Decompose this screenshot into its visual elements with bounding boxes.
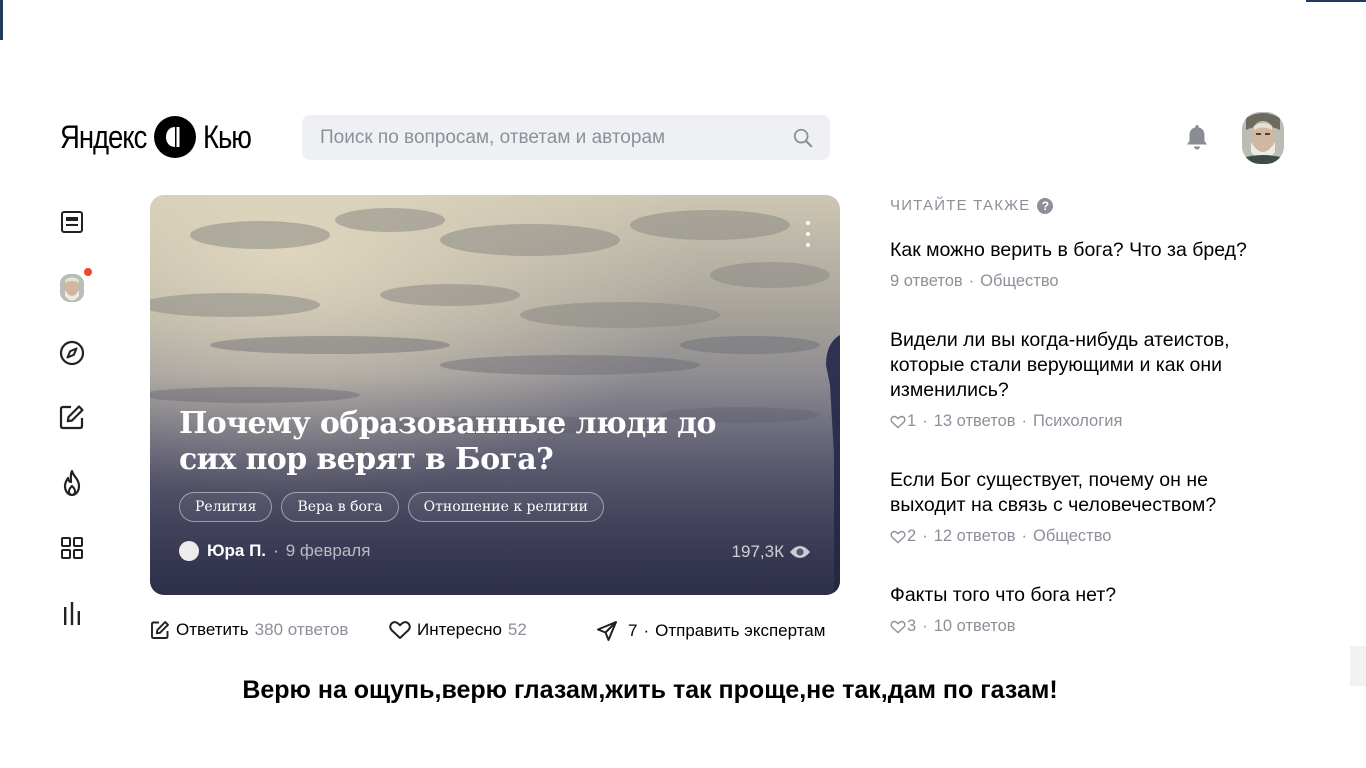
card-menu-icon[interactable] (804, 221, 812, 247)
topic-link[interactable]: Общество (980, 272, 1058, 291)
interesting-count: 52 (507, 620, 527, 639)
likes-count: 1 (907, 412, 917, 430)
window-edge-left (0, 0, 3, 40)
views-counter: 197,3К (732, 542, 811, 562)
interesting-label: Интересно (417, 620, 502, 639)
likes[interactable]: 2 (890, 527, 916, 546)
window-edge-right (1306, 0, 1366, 2)
related-question-meta: 3 · 10 ответов (890, 617, 1280, 636)
bell-icon[interactable] (1184, 123, 1210, 151)
send-count: 7 (628, 621, 638, 640)
related-question[interactable]: Как можно верить в бога? Что за бред? 9 … (890, 238, 1280, 291)
search-bar[interactable] (302, 115, 830, 160)
eye-icon (790, 546, 810, 558)
separator-dot: · (273, 541, 279, 560)
related-question-title[interactable]: Как можно верить в бога? Что за бред? (890, 238, 1280, 263)
notification-dot (84, 268, 92, 276)
separator-dot: · (1021, 412, 1028, 430)
related-question[interactable]: Видели ли вы когда-нибудь атеистов, кото… (890, 328, 1280, 431)
separator-dot: · (922, 412, 928, 430)
separator-dot: · (1021, 527, 1028, 545)
heart-icon (890, 620, 906, 634)
answer-button[interactable]: Ответить 380 ответов (150, 620, 348, 640)
tag-chip[interactable]: Вера в бога (281, 492, 399, 522)
edit-icon[interactable] (58, 403, 86, 431)
answers-count[interactable]: 9 ответов (890, 272, 963, 291)
user-avatar[interactable] (1242, 112, 1284, 164)
views-count: 197,3К (731, 542, 784, 561)
apps-grid-icon[interactable] (58, 534, 86, 562)
related-question-meta: 1 · 13 ответов · Психология (890, 412, 1280, 431)
related-question[interactable]: Если Бог существует, почему он не выходи… (890, 468, 1280, 546)
likes[interactable]: 3 (890, 617, 916, 636)
topic-link[interactable]: Общество (1033, 527, 1111, 546)
interesting-button[interactable]: Интересно 52 (389, 620, 527, 640)
related-question-title[interactable]: Если Бог существует, почему он не выходи… (890, 468, 1280, 518)
compass-icon[interactable] (58, 339, 86, 367)
author-avatar[interactable] (179, 541, 199, 561)
post-date: 9 февраля (285, 541, 371, 560)
author-line: Юра П. · 9 февраля (179, 541, 370, 561)
answers-count[interactable]: 13 ответов (934, 412, 1016, 431)
separator-dot: · (922, 617, 928, 635)
topic-link[interactable]: Психология (1033, 412, 1122, 431)
scroll-edge[interactable] (1350, 646, 1366, 686)
overlay-caption: Верю на ощупь,верю глазам,жить так проще… (242, 676, 1058, 704)
search-input[interactable] (320, 126, 792, 149)
search-icon[interactable] (792, 127, 814, 149)
card-background-image (150, 195, 840, 595)
answers-count: 380 ответов (254, 620, 349, 639)
yandex-q-logo[interactable]: Яндекс Кью (60, 114, 252, 160)
logo-left-text: Яндекс (60, 118, 147, 155)
related-heading-text: Читайте также (890, 197, 1031, 214)
send-to-experts-button[interactable]: 7 · Отправить экспертам (596, 620, 825, 642)
separator-dot: · (922, 527, 928, 545)
tag-list: Религия Вера в бога Отношение к религии (179, 492, 604, 522)
send-label: Отправить экспертам (655, 621, 826, 640)
related-question-title[interactable]: Видели ли вы когда-нибудь атеистов, кото… (890, 328, 1280, 403)
likes-count: 3 (907, 617, 917, 635)
related-question[interactable]: Факты того что бога нет? 3 · 10 ответов (890, 583, 1280, 636)
question-card[interactable]: Почему образованные люди до сих пор веря… (150, 195, 840, 595)
edit-icon (151, 621, 169, 639)
help-icon[interactable]: ? (1037, 197, 1054, 214)
related-heading: Читайте также ? (890, 197, 1054, 214)
answer-label: Ответить (176, 620, 249, 639)
feed-icon[interactable] (58, 208, 86, 236)
stats-icon[interactable] (58, 600, 86, 628)
separator-dot: · (968, 272, 975, 290)
heart-icon (890, 530, 906, 544)
related-question-meta: 2 · 12 ответов · Общество (890, 527, 1280, 546)
tag-chip[interactable]: Религия (179, 492, 273, 522)
author-name[interactable]: Юра П. (207, 541, 266, 561)
logo-right-text: Кью (203, 118, 252, 155)
heart-icon (890, 415, 906, 429)
answers-count[interactable]: 12 ответов (934, 527, 1016, 546)
likes[interactable]: 1 (890, 412, 916, 431)
fire-icon[interactable] (58, 469, 86, 497)
question-actions: Ответить 380 ответов Интересно 52 7 · От… (150, 620, 840, 644)
q-logo-icon (154, 116, 196, 158)
related-question-title[interactable]: Факты того что бога нет? (890, 583, 1280, 608)
likes-count: 2 (907, 527, 917, 545)
answers-count[interactable]: 10 ответов (934, 617, 1016, 636)
send-icon (597, 621, 617, 641)
tag-chip[interactable]: Отношение к религии (407, 492, 604, 522)
separator-dot: · (643, 621, 650, 640)
question-title[interactable]: Почему образованные люди до сих пор веря… (179, 406, 739, 478)
profile-avatar[interactable] (60, 274, 84, 302)
heart-icon (389, 621, 411, 639)
related-question-meta: 9 ответов · Общество (890, 272, 1280, 291)
